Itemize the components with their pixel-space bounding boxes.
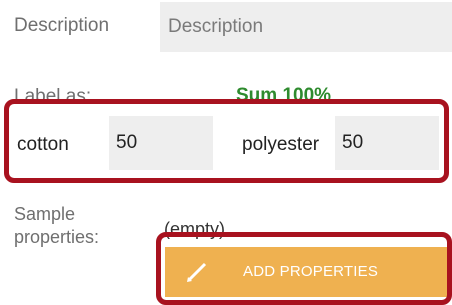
sample-label-line1: Sample	[14, 204, 76, 224]
pencil-icon	[187, 262, 207, 282]
sample-properties-value: (empty)	[164, 219, 226, 239]
fabric-form: Description Label as: Sum 100% cotton po…	[0, 0, 452, 305]
description-label: Description	[14, 15, 110, 36]
add-properties-label: ADD PROPERTIES	[243, 263, 379, 280]
description-input[interactable]	[160, 2, 452, 52]
fiber-name-polyester: polyester	[242, 134, 320, 155]
fiber-percent-polyester[interactable]	[335, 116, 439, 170]
fiber-composition-row: cotton polyester	[0, 103, 452, 181]
fiber-percent-cotton[interactable]	[109, 116, 213, 170]
sample-label-line2: properties:	[14, 227, 100, 247]
sample-properties-label: Sample properties:	[14, 203, 99, 249]
add-properties-button[interactable]: ADD PROPERTIES	[165, 247, 451, 297]
fiber-name-cotton: cotton	[17, 134, 69, 155]
